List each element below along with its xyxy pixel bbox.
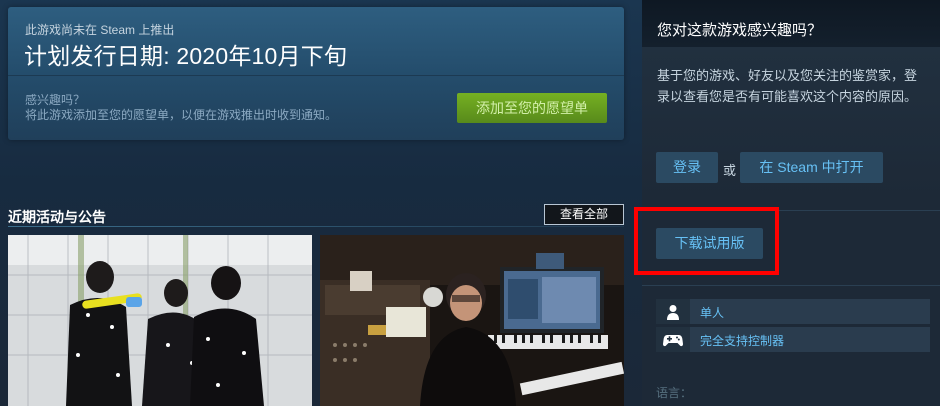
sidebar: 您对这款游戏感兴趣吗？ 基于您的游戏、好友以及您关注的鉴赏家，登录以查看您是否有… — [634, 0, 940, 406]
news-thumbnail-music-studio[interactable] — [320, 235, 624, 406]
sidebar-header: 您对这款游戏感兴趣吗？ — [642, 0, 940, 47]
add-to-wishlist-button[interactable]: 添加至您的愿望单 — [457, 93, 607, 123]
feature-label: 单人 — [700, 306, 725, 320]
red-highlight-annotation — [634, 207, 779, 275]
news-thumbnail-motion-capture[interactable] — [8, 235, 312, 406]
feature-single-player[interactable]: 单人 — [656, 299, 930, 324]
news-section-title: 近期活动与公告 — [8, 209, 106, 225]
languages-label: 语言： — [656, 386, 693, 400]
music-studio-image — [320, 235, 624, 406]
release-info: 此游戏尚未在 Steam 上推出 计划发行日期: 2020年10月下旬 — [8, 7, 624, 76]
feature-controller-support[interactable]: 完全支持控制器 — [656, 327, 930, 352]
release-date: 计划发行日期: 2020年10月下旬 — [24, 43, 348, 69]
interest-description: 将此游戏添加至您的愿望单，以便在游戏推出时收到通知。 — [25, 108, 338, 122]
login-description: 基于您的游戏、好友以及您关注的鉴赏家，登录以查看您是否有可能喜欢这个内容的原因。 — [657, 68, 918, 104]
sidebar-title: 您对这款游戏感兴趣吗？ — [657, 22, 823, 39]
view-all-button[interactable]: 查看全部 — [544, 204, 624, 225]
coming-soon-box: 此游戏尚未在 Steam 上推出 计划发行日期: 2020年10月下旬 感兴趣吗… — [8, 7, 624, 140]
single-player-icon — [656, 299, 690, 324]
sidebar-divider — [642, 285, 940, 286]
motion-capture-image — [8, 235, 312, 406]
or-text: 或 — [723, 163, 737, 178]
main-column: 此游戏尚未在 Steam 上推出 计划发行日期: 2020年10月下旬 感兴趣吗… — [0, 0, 636, 406]
controller-icon — [656, 327, 690, 352]
sidebar-body: 基于您的游戏、好友以及您关注的鉴赏家，登录以查看您是否有可能喜欢这个内容的原因。… — [634, 47, 940, 406]
not-released-text: 此游戏尚未在 Steam 上推出 — [25, 23, 175, 37]
login-button[interactable]: 登录 — [656, 152, 718, 183]
section-divider — [8, 226, 624, 227]
open-in-steam-button[interactable]: 在 Steam 中打开 — [740, 152, 883, 183]
feature-label: 完全支持控制器 — [700, 334, 785, 348]
